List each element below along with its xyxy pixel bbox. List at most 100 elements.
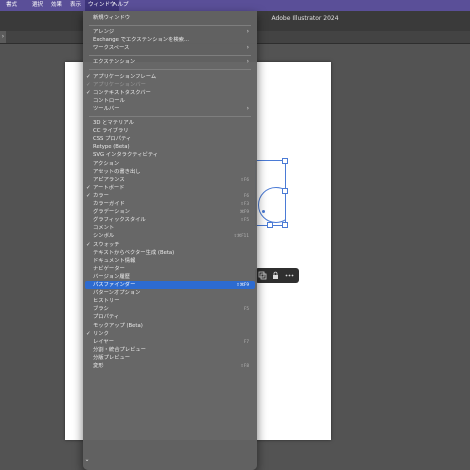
menu-item[interactable]: エクステンション › — [85, 58, 255, 66]
menu-item-label: エクステンション — [93, 59, 136, 66]
menu-item-label: SVG インタラクティビティ — [93, 152, 159, 159]
checkmark-icon: ✓ — [86, 330, 91, 337]
menu-item[interactable]: ✓ リンク — [85, 330, 255, 338]
menu-item-shortcut: ⇧F3 — [240, 201, 249, 206]
menu-item-label: ヒストリー — [93, 298, 120, 305]
menu-item[interactable]: 変形 ⇧F8 — [85, 362, 255, 370]
checkmark-icon: ✓ — [86, 89, 91, 96]
menu-item-label: グラデーション — [93, 209, 130, 216]
menu-item[interactable]: グラデーション ⌘F9 — [85, 208, 255, 216]
menu-separator — [89, 24, 251, 26]
checkmark-icon: ✓ — [86, 184, 91, 191]
menu-item-label: 3D とマテリアル — [93, 120, 134, 126]
menu-item-label: 分割・統合プレビュー — [93, 346, 146, 353]
menu-item-label: ツールバー — [93, 105, 120, 112]
submenu-arrow-icon: › — [246, 44, 249, 52]
menu-item-shortcut: ⇧F6 — [240, 176, 249, 182]
menu-item-shortcut: ⇧F8 — [240, 363, 249, 368]
checkmark-icon: ✓ — [86, 81, 91, 88]
checkmark-icon: ✓ — [86, 241, 91, 248]
menu-item[interactable]: ツールバー › — [85, 105, 255, 113]
submenu-arrow-icon: › — [246, 104, 249, 112]
menu-item[interactable]: ✓ アプリケーションバー — [85, 81, 255, 89]
menu-item-label: 分版プレビュー — [93, 354, 131, 361]
menubar-item[interactable]: 効果 — [51, 0, 62, 11]
checkmark-icon: ✓ — [86, 192, 91, 199]
menu-item[interactable]: プロパティ — [85, 313, 255, 321]
menu-item[interactable]: Retype (Beta) — [85, 143, 255, 151]
menu-item-label: バージョン履歴 — [93, 273, 130, 280]
menu-item-label: アプリケーションバー — [93, 81, 146, 88]
menu-item[interactable]: ✓ コンテキストタスクバー — [85, 89, 255, 97]
menu-item[interactable]: モックアップ (Beta) — [85, 322, 255, 330]
menu-item-label: Retype (Beta) — [93, 144, 130, 151]
menu-item-label: パターンオプション — [93, 290, 141, 297]
menu-item[interactable]: CSS プロパティ — [85, 135, 255, 143]
menubar-item[interactable]: 書式 — [6, 0, 17, 11]
menu-item[interactable]: アセットの書き出し — [85, 168, 255, 176]
menu-item[interactable]: 新規ウィンドウ — [85, 14, 255, 22]
menu-item-label: リンク — [93, 330, 109, 337]
menu-item[interactable]: ✓ アートボード — [85, 184, 255, 192]
menu-item-label: モックアップ (Beta) — [93, 322, 143, 329]
menubar-item[interactable]: 表示 — [70, 0, 81, 11]
more-icon[interactable] — [285, 271, 294, 280]
menu-item[interactable]: パターンオプション — [85, 289, 255, 297]
menu-item[interactable]: 分版プレビュー — [85, 354, 255, 362]
menu-item[interactable]: バージョン履歴 — [85, 273, 255, 281]
selection-handle[interactable] — [282, 188, 288, 194]
menu-item-label: ワークスペース — [93, 45, 130, 52]
menu-item[interactable]: ブラシ F5 — [85, 305, 255, 313]
menu-item-label: Exchange でエクステンションを検索... — [93, 37, 190, 44]
menu-separator — [89, 69, 251, 70]
menu-item[interactable]: アレンジ › — [85, 28, 255, 36]
menu-item[interactable]: ✓ カラー F6 — [85, 192, 255, 200]
menu-item-shortcut: F7 — [243, 338, 249, 344]
menu-item[interactable]: 分割・統合プレビュー — [85, 346, 255, 354]
menu-item[interactable]: SVG インタラクティビティ — [85, 151, 255, 159]
menu-item[interactable]: パスファインダー ⇧⌘F9 — [85, 281, 255, 290]
menu-item[interactable]: グラフィックスタイル ⇧F5 — [85, 216, 255, 224]
menu-item[interactable]: ✓ スウォッチ — [85, 241, 255, 249]
menu-item[interactable]: コメント — [85, 224, 255, 232]
menu-item-label: グラフィックスタイル — [93, 217, 146, 224]
menu-item[interactable]: ドキュメント情報 — [85, 257, 255, 265]
menu-item-label: テキストからベクター生成 (Beta) — [93, 249, 175, 256]
menu-item-label: コントロール — [93, 97, 125, 104]
copy-icon[interactable] — [258, 271, 267, 280]
menu-item-label: アピアランス — [93, 176, 125, 183]
menu-item[interactable]: コントロール — [85, 97, 255, 105]
menu-item-label: パスファインダー — [93, 282, 136, 288]
selection-handle[interactable] — [267, 222, 273, 228]
menu-item[interactable]: ヒストリー — [85, 297, 255, 305]
menu-item-label: アセットの書き出し — [93, 168, 141, 175]
menu-item-label: コンテキストタスクバー — [93, 89, 151, 96]
selection-handle[interactable] — [282, 158, 288, 164]
menu-bar: 書式 選択 効果 表示 ウィンドウ ヘルプ — [0, 0, 470, 11]
submenu-arrow-icon: › — [246, 28, 249, 36]
window-menu-dropdown: 新規ウィンドウアレンジ › Exchange でエクステンションを検索... ワークス… — [83, 11, 257, 470]
menu-scroll-down-icon[interactable]: ⌄ — [82, 456, 92, 464]
menu-item[interactable]: アピアランス ⇧F6 — [85, 176, 255, 184]
menu-item[interactable]: 3D とマテリアル — [85, 119, 255, 127]
menu-separator — [89, 115, 251, 117]
lock-icon[interactable] — [271, 271, 280, 280]
menu-item[interactable]: シンボル ⇧⌘F11 — [85, 232, 255, 240]
menu-item[interactable]: ナビゲーター — [85, 265, 255, 273]
selection-handle[interactable] — [282, 222, 288, 228]
menu-item[interactable]: ワークスペース › — [85, 44, 255, 52]
menu-item-label: プロパティ — [93, 314, 120, 321]
menubar-item[interactable]: ヘルプ — [112, 0, 129, 11]
menu-item[interactable]: Exchange でエクステンションを検索... — [85, 36, 255, 44]
tab-scroll-left-button[interactable]: › — [0, 31, 6, 43]
menu-item-label: CSS プロパティ — [93, 136, 132, 143]
menu-item[interactable]: ✓ アプリケーションフレーム — [85, 73, 255, 81]
menu-item[interactable]: アクション — [85, 160, 255, 168]
menu-item-label: 変形 — [93, 363, 104, 369]
menu-item[interactable]: テキストからベクター生成 (Beta) — [85, 249, 255, 257]
menu-item-label: 新規ウィンドウ — [93, 15, 131, 21]
menu-item[interactable]: レイヤー F7 — [85, 338, 255, 346]
menu-item[interactable]: CC ライブラリ — [85, 127, 255, 135]
menu-item[interactable]: カラーガイド ⇧F3 — [85, 200, 255, 208]
menubar-item[interactable]: 選択 — [32, 0, 43, 11]
